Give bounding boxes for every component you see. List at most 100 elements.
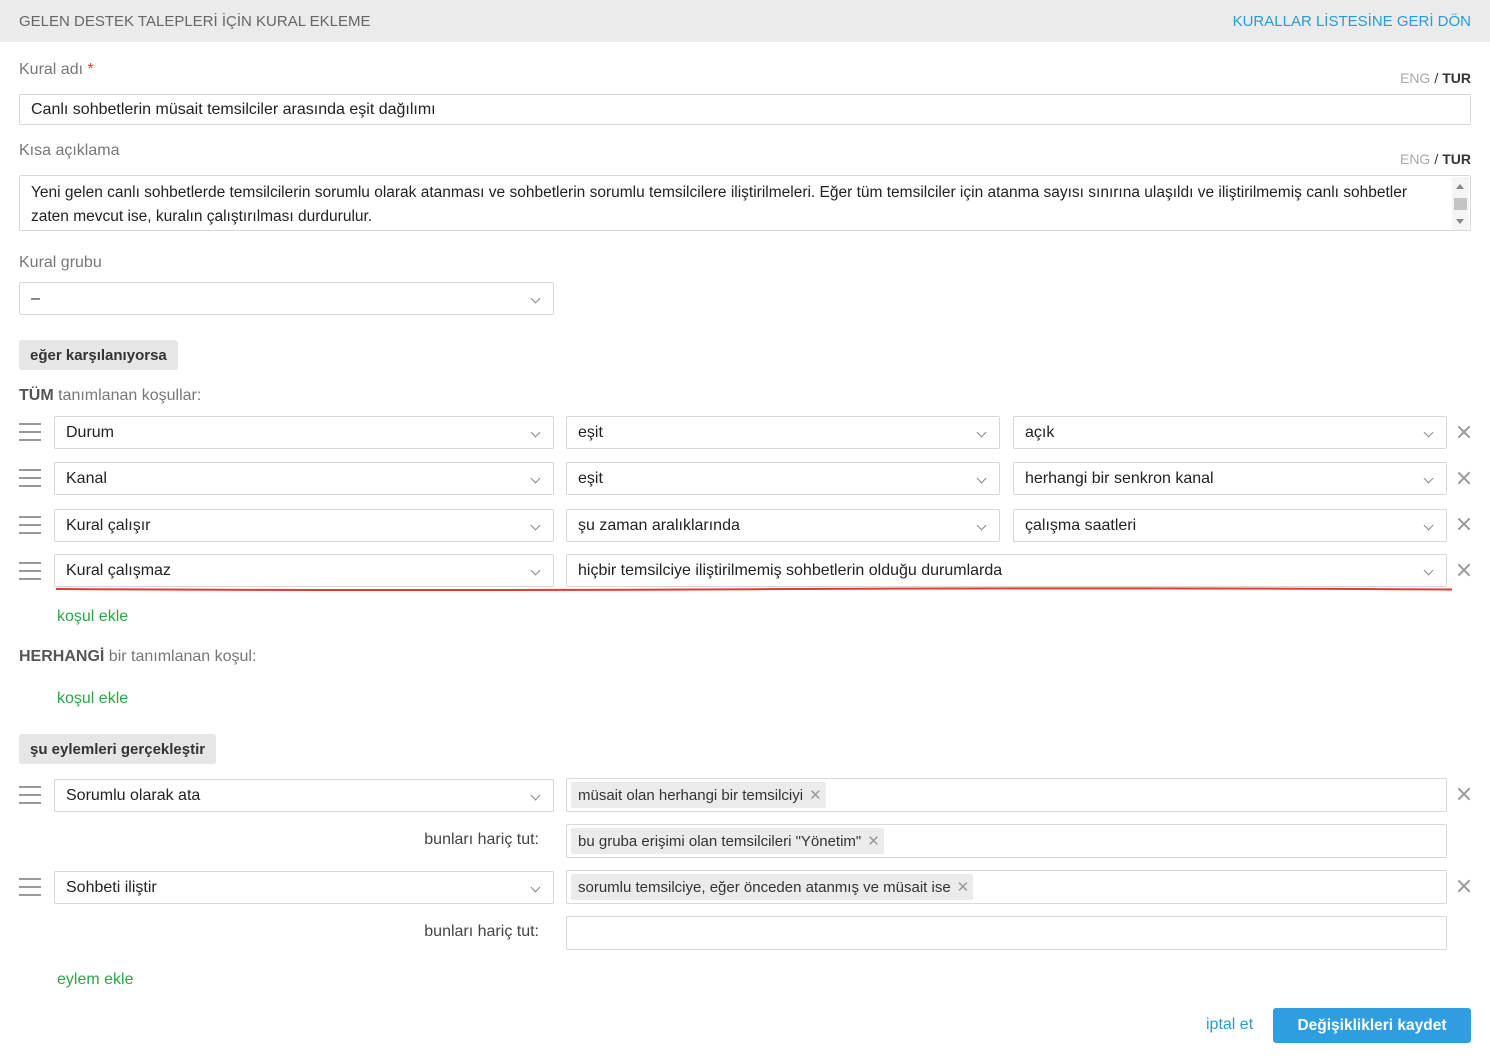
condition-operator-value: hiçbir temsilciye iliştirilmemiş sohbetl…: [578, 561, 1003, 579]
add-condition-any-link[interactable]: koşul ekle: [57, 690, 128, 708]
condition-field-value: Kural çalışır: [66, 516, 151, 534]
condition-operator-select[interactable]: hiçbir temsilciye iliştirilmemiş sohbetl…: [566, 554, 1447, 587]
annotation-underline: [56, 587, 1452, 592]
chevron-down-icon: [530, 293, 541, 304]
condition-value-value: açık: [1025, 423, 1055, 441]
rule-group-select[interactable]: –: [19, 282, 554, 315]
conditions-section-button[interactable]: eğer karşılanıyorsa: [19, 340, 178, 370]
tag-chip-label: sorumlu temsilciye, eğer önceden atanmış…: [578, 878, 951, 896]
drag-handle-icon[interactable]: [19, 562, 41, 580]
drag-handle-icon[interactable]: [19, 423, 41, 441]
condition-value-select[interactable]: açık: [1013, 416, 1447, 449]
condition-operator-value: şu zaman aralıklarında: [578, 516, 740, 534]
remove-condition-icon[interactable]: [1457, 471, 1471, 485]
all-conditions-label: TÜM tanımlanan koşullar:: [19, 387, 201, 405]
action-type-select[interactable]: Sohbeti iliştir: [54, 871, 554, 904]
tag-remove-icon[interactable]: ✕: [867, 832, 880, 850]
tag-chip: sorumlu temsilciye, eğer önceden atanmış…: [571, 874, 974, 900]
rule-name-input[interactable]: Canlı sohbetlerin müsait temsilciler ara…: [19, 94, 1471, 125]
remove-condition-icon[interactable]: [1457, 563, 1471, 577]
action-target-tags[interactable]: müsait olan herhangi bir temsilciyi ✕: [566, 778, 1447, 812]
lang-eng-link[interactable]: ENG: [1400, 151, 1430, 167]
scroll-up-icon[interactable]: [1456, 184, 1464, 189]
lang-eng-link[interactable]: ENG: [1400, 70, 1430, 86]
tag-chip-label: müsait olan herhangi bir temsilciyi: [578, 786, 804, 804]
chevron-down-icon: [530, 473, 541, 484]
condition-operator-select[interactable]: eşit: [566, 416, 1000, 449]
condition-value-value: herhangi bir senkron kanal: [1025, 469, 1214, 487]
condition-field-value: Durum: [66, 423, 115, 441]
condition-field-value: Kural çalışmaz: [66, 561, 171, 579]
remove-condition-icon[interactable]: [1457, 517, 1471, 531]
chevron-down-icon: [1423, 427, 1434, 438]
condition-value-value: çalışma saatleri: [1025, 516, 1137, 534]
chevron-down-icon: [530, 882, 541, 893]
page-title: GELEN DESTEK TALEPLERİ İÇİN KURAL EKLEME: [19, 13, 371, 30]
any-conditions-label: HERHANGİ bir tanımlanan koşul:: [19, 648, 256, 666]
lang-tur-link[interactable]: TUR: [1442, 70, 1471, 86]
remove-action-icon[interactable]: [1457, 787, 1471, 801]
drag-handle-icon[interactable]: [19, 469, 41, 487]
condition-operator-value: eşit: [578, 469, 603, 487]
tag-remove-icon[interactable]: ✕: [809, 786, 822, 804]
remove-action-icon[interactable]: [1457, 879, 1471, 893]
rule-name-label: Kural adı *: [19, 61, 94, 79]
chevron-down-icon: [976, 520, 987, 531]
rule-name-label-text: Kural adı: [19, 61, 84, 78]
any-rest: bir tanımlanan koşul:: [108, 648, 257, 665]
remove-condition-icon[interactable]: [1457, 425, 1471, 439]
description-language-switch: ENG / TUR: [1400, 151, 1471, 167]
scroll-thumb[interactable]: [1454, 198, 1467, 210]
tag-chip: bu gruba erişimi olan temsilcileri "Yöne…: [571, 828, 884, 854]
action-type-select[interactable]: Sorumlu olarak ata: [54, 779, 554, 812]
tag-remove-icon[interactable]: ✕: [957, 878, 970, 896]
chevron-down-icon: [530, 565, 541, 576]
exclude-label: bunları hariç tut:: [424, 831, 539, 848]
exclude-tags[interactable]: bu gruba erişimi olan temsilcileri "Yöne…: [566, 824, 1447, 858]
action-type-value: Sorumlu olarak ata: [66, 786, 201, 804]
chevron-down-icon: [530, 427, 541, 438]
lang-separator: /: [1434, 151, 1439, 167]
all-rest: tanımlanan koşullar:: [58, 387, 202, 404]
chevron-down-icon: [530, 790, 541, 801]
chevron-down-icon: [530, 520, 541, 531]
drag-handle-icon[interactable]: [19, 516, 41, 534]
name-language-switch: ENG / TUR: [1400, 70, 1471, 86]
condition-field-select[interactable]: Kural çalışmaz: [54, 554, 554, 587]
condition-operator-select[interactable]: şu zaman aralıklarında: [566, 509, 1000, 542]
lang-tur-link[interactable]: TUR: [1442, 151, 1471, 167]
drag-handle-icon[interactable]: [19, 878, 41, 896]
condition-operator-value: eşit: [578, 423, 603, 441]
description-label: Kısa açıklama: [19, 142, 120, 159]
chevron-down-icon: [976, 427, 987, 438]
drag-handle-icon[interactable]: [19, 786, 41, 804]
page-header: GELEN DESTEK TALEPLERİ İÇİN KURAL EKLEME…: [0, 0, 1490, 42]
action-target-tags[interactable]: sorumlu temsilciye, eğer önceden atanmış…: [566, 870, 1447, 904]
condition-field-select[interactable]: Kanal: [54, 462, 554, 495]
action-type-value: Sohbeti iliştir: [66, 878, 157, 896]
exclude-label: bunları hariç tut:: [424, 923, 539, 940]
scroll-down-icon[interactable]: [1456, 219, 1464, 224]
required-mark: *: [87, 61, 94, 78]
add-action-link[interactable]: eylem ekle: [57, 971, 133, 989]
any-bold: HERHANGİ: [19, 648, 105, 665]
condition-field-select[interactable]: Durum: [54, 416, 554, 449]
chevron-down-icon: [1423, 473, 1434, 484]
rule-group-value: –: [31, 289, 40, 307]
condition-operator-select[interactable]: eşit: [566, 462, 1000, 495]
condition-value-select[interactable]: çalışma saatleri: [1013, 509, 1447, 542]
back-to-rules-link[interactable]: KURALLAR LİSTESİNE GERİ DÖN: [1233, 13, 1471, 30]
tag-chip-label: bu gruba erişimi olan temsilcileri "Yöne…: [578, 832, 862, 850]
chevron-down-icon: [1423, 520, 1434, 531]
condition-value-select[interactable]: herhangi bir senkron kanal: [1013, 462, 1447, 495]
cancel-link[interactable]: iptal et: [1206, 1016, 1253, 1034]
add-condition-all-link[interactable]: koşul ekle: [57, 608, 128, 626]
description-textarea[interactable]: Yeni gelen canlı sohbetlerde temsilciler…: [19, 175, 1471, 231]
condition-field-value: Kanal: [66, 469, 107, 487]
condition-field-select[interactable]: Kural çalışır: [54, 509, 554, 542]
actions-section-button[interactable]: şu eylemleri gerçekleştir: [19, 734, 217, 764]
exclude-tags[interactable]: [566, 916, 1447, 950]
chevron-down-icon: [976, 473, 987, 484]
description-scrollbar[interactable]: [1452, 177, 1469, 230]
save-button[interactable]: Değişiklikleri kaydet: [1273, 1008, 1471, 1043]
